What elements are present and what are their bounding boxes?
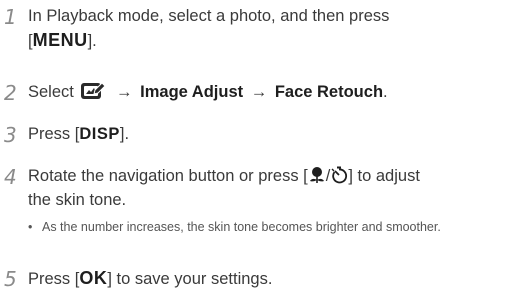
- ok-key-label: OK: [79, 268, 108, 288]
- period: .: [383, 83, 388, 101]
- step-text: In Playback mode, select a photo, and th…: [28, 4, 508, 53]
- step-number: 2: [4, 81, 17, 105]
- step-text: Press [OK] to save your settings.: [28, 266, 508, 291]
- rotate-prefix: Rotate the navigation button or press [: [28, 167, 308, 185]
- press-suffix: ].: [119, 125, 130, 143]
- step-number: 4: [4, 165, 17, 189]
- step-number: 3: [4, 123, 17, 147]
- step-text-line-1: In Playback mode, select a photo, and th…: [28, 7, 390, 25]
- step-number: 1: [4, 5, 17, 29]
- menu-item-face-retouch: Face Retouch: [274, 83, 384, 101]
- rotate-suffix: ] to adjust: [348, 167, 420, 185]
- bracket-close: ].: [87, 32, 97, 50]
- step-text: Press [DISP].: [28, 122, 508, 146]
- menu-key-label: MENU: [32, 30, 88, 50]
- step-text-line-1: Rotate the navigation button or press [ …: [28, 164, 508, 188]
- press-prefix: Press [: [28, 270, 80, 288]
- arrow: →: [116, 83, 133, 101]
- bullet-dot: •: [28, 220, 33, 234]
- menu-item-image-adjust: Image Adjust: [140, 83, 244, 101]
- note-text: As the number increases, the skin tone b…: [42, 220, 441, 234]
- step-number: 5: [4, 267, 17, 291]
- note-bullet: • As the number increases, the skin tone…: [28, 218, 498, 236]
- step-text: Select → Image Adjust → Face Retouch.: [28, 80, 508, 104]
- step-text-line-2: the skin tone.: [28, 191, 127, 209]
- press-suffix: ] to save your settings.: [107, 270, 273, 288]
- arrow: →: [250, 83, 268, 101]
- step-text-line-2: [MENU].: [28, 28, 508, 53]
- self-timer-icon: [330, 166, 348, 184]
- macro-flower-icon: [308, 166, 326, 184]
- disp-key-label: DISP: [79, 125, 120, 143]
- select-prefix: Select: [28, 83, 74, 101]
- photo-edit-menu-icon: [80, 81, 107, 100]
- press-prefix: Press [: [28, 125, 80, 143]
- step-text: Rotate the navigation button or press [ …: [28, 164, 508, 212]
